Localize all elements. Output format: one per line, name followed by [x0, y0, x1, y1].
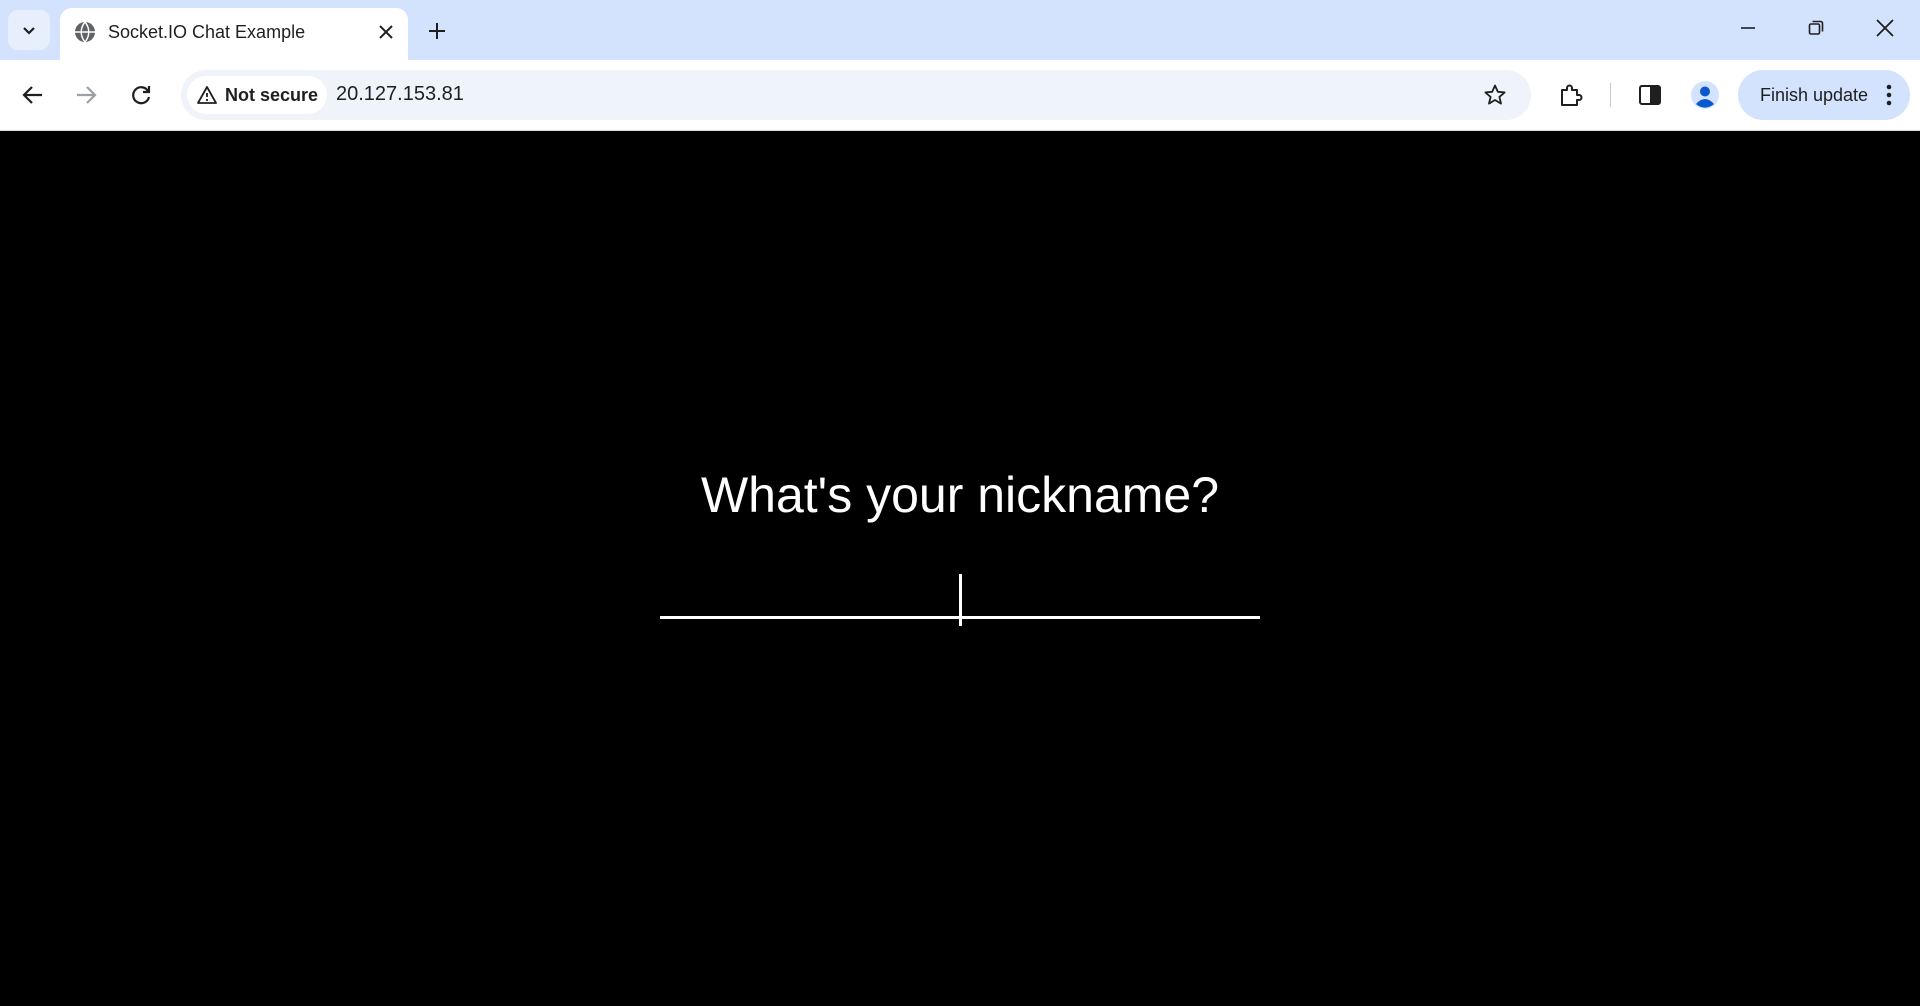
more-vert-icon [1886, 84, 1892, 106]
extensions-button[interactable] [1549, 73, 1593, 117]
new-tab-button[interactable] [420, 14, 454, 48]
side-panel-button[interactable] [1628, 73, 1672, 117]
star-icon [1484, 84, 1506, 105]
toolbar-divider [1610, 83, 1611, 107]
finish-update-button[interactable]: Finish update [1738, 70, 1910, 120]
url-text[interactable]: 20.127.153.81 [336, 83, 464, 106]
chevron-down-icon [23, 27, 35, 35]
back-button[interactable] [11, 73, 55, 117]
security-label: Not secure [225, 84, 319, 105]
reload-button[interactable] [119, 73, 163, 117]
close-window-button[interactable] [1861, 8, 1909, 48]
minimize-button[interactable] [1724, 8, 1772, 48]
globe-icon [75, 21, 95, 43]
tab-close-button[interactable] [372, 18, 400, 46]
restore-icon [1808, 20, 1824, 35]
arrow-right-icon [77, 86, 97, 104]
plus-icon [429, 23, 445, 39]
tab-search-button[interactable] [8, 10, 50, 50]
text-caret [959, 574, 962, 626]
close-icon [379, 25, 393, 39]
arrow-left-icon [22, 86, 42, 104]
puzzle-icon [1561, 84, 1583, 106]
side-panel-icon [1639, 85, 1661, 105]
bookmark-button[interactable] [1473, 73, 1517, 117]
reload-icon [132, 86, 151, 105]
warning-icon [197, 86, 217, 104]
avatar-icon [1691, 81, 1719, 109]
page-title: What's your nickname? [700, 467, 1220, 523]
tab-strip: Socket.IO Chat Example [0, 0, 1920, 60]
address-bar[interactable]: Not secure 20.127.153.81 [181, 70, 1531, 120]
minimize-icon [1741, 27, 1755, 29]
active-tab[interactable]: Socket.IO Chat Example [60, 8, 408, 60]
tab-title: Socket.IO Chat Example [108, 22, 306, 42]
restore-button[interactable] [1792, 8, 1840, 48]
page-content: What's your nickname? [0, 131, 1920, 1006]
close-icon [1876, 19, 1894, 37]
finish-update-label: Finish update [1760, 84, 1869, 105]
security-indicator[interactable]: Not secure [187, 76, 327, 114]
forward-button[interactable] [64, 73, 108, 117]
browser-toolbar: Not secure 20.127.153.81 Finish update [0, 60, 1920, 131]
profile-button[interactable] [1683, 73, 1727, 117]
